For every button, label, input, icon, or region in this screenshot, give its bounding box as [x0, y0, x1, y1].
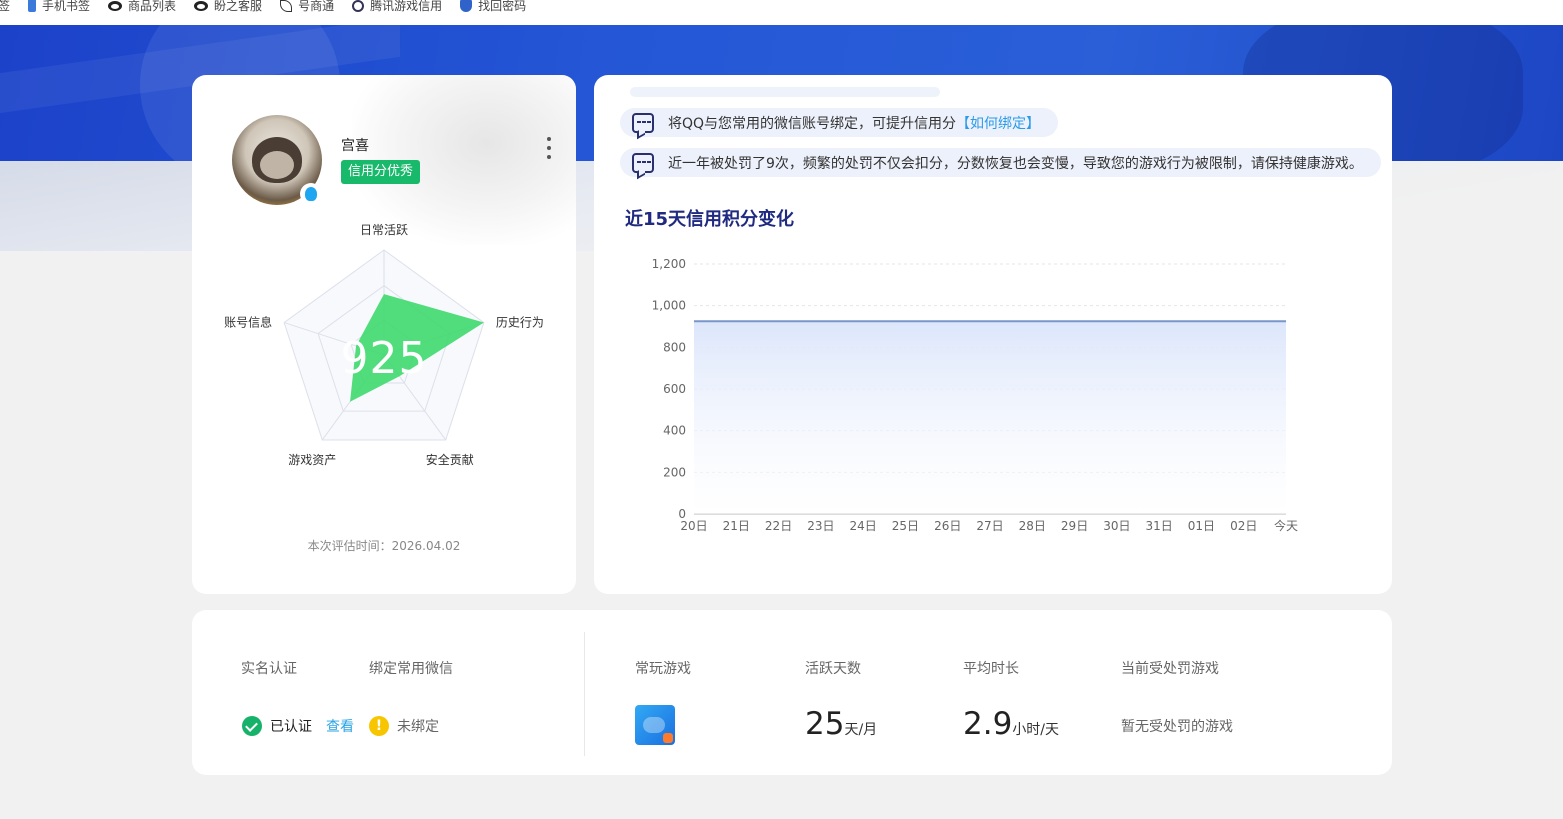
- credit-level-badge: 信用分优秀: [341, 160, 421, 184]
- divider: [584, 632, 585, 756]
- bookmark-label: 号商通: [298, 0, 335, 13]
- x-tick-label: 22日: [765, 519, 792, 533]
- y-tick-label: 800: [663, 340, 686, 354]
- bookmark-label: 商品列表: [128, 0, 177, 13]
- more-options-icon[interactable]: [542, 137, 556, 159]
- bookmark-label: 腾讯游戏信用: [370, 0, 443, 13]
- leaf-icon: [280, 0, 293, 12]
- stats-card: 实名认证 绑定常用微信 已认证 查看 ! 未绑定 常玩游戏 活跃天数 25 天/…: [192, 610, 1392, 775]
- panda-icon: [108, 0, 123, 11]
- radar-axis-label: 历史行为: [496, 316, 544, 330]
- wechat-status: ! 未绑定: [369, 716, 439, 736]
- y-tick-label: 1,200: [652, 257, 686, 271]
- bookmarks-bar: 签 手机书签 商品列表 盼之客服 号商通 腾讯游戏信用 找回密码: [0, 0, 1563, 25]
- active-days-value: 25: [805, 706, 845, 742]
- x-tick-label: 20日: [680, 519, 707, 533]
- punished-games-label: 当前受处罚游戏: [1121, 661, 1219, 677]
- panda-icon: [194, 0, 209, 11]
- bookmark-service[interactable]: 盼之客服: [194, 0, 262, 18]
- active-days-unit: 天/月: [844, 722, 878, 738]
- y-tick-label: 1,000: [652, 299, 686, 313]
- x-tick-label: 21日: [723, 519, 750, 533]
- punished-games-value: 暂无受处罚的游戏: [1121, 719, 1233, 735]
- bookmark-label: 手机书签: [42, 0, 91, 13]
- globe-icon: [352, 0, 365, 12]
- profile-card: 宫喜 信用分优秀 日常活跃历史行为安全贡献 游戏资产 账号信息 925 本次评估时间…: [192, 75, 576, 594]
- wechat-bind-label: 绑定常用微信: [369, 661, 453, 677]
- bookmark-tencent-credit[interactable]: 腾讯游戏信用: [352, 0, 442, 18]
- qq-icon: [300, 183, 322, 205]
- x-tick-label: 27日: [976, 519, 1003, 533]
- radar-axis-label: 日常活跃: [360, 223, 408, 237]
- bookmark-phone[interactable]: 手机书签: [28, 0, 90, 18]
- credit-line-chart: 02004006008001,0001,200 20日 21日 22日 23日 24日 2…: [652, 257, 1298, 533]
- game-icon[interactable]: [635, 705, 675, 745]
- shield-icon: [460, 0, 473, 12]
- avg-time: 2.9 小时/天: [963, 706, 1059, 742]
- bookmark-recover-password[interactable]: 找回密码: [460, 0, 526, 18]
- bookmark-label: 找回密码: [478, 0, 527, 13]
- y-tick-label: 400: [663, 424, 686, 438]
- radar-axis-label: 游戏资产: [288, 453, 336, 467]
- username: 宫喜: [341, 138, 369, 154]
- credit-chart-card: 将QQ与您常用的微信账号绑定，可提升信用分 【如何绑定】 近一年被处罚了9次，频…: [594, 75, 1392, 594]
- y-tick-label: 600: [663, 382, 686, 396]
- x-tick-label: 30日: [1103, 519, 1130, 533]
- active-days: 25 天/月: [805, 706, 877, 742]
- radar-axis-label: 账号信息: [224, 315, 272, 330]
- fav-games-label: 常玩游戏: [635, 661, 691, 677]
- credit-score: 925: [340, 333, 428, 384]
- chart-area-fill: [694, 321, 1286, 514]
- x-tick-label: 01日: [1188, 519, 1215, 533]
- x-tick-label: 26日: [934, 519, 961, 533]
- bookmark-haoshangtong[interactable]: 号商通: [280, 0, 334, 18]
- bookmark-products[interactable]: 商品列表: [108, 0, 176, 18]
- x-tick-label: 31日: [1146, 519, 1173, 533]
- avg-time-value: 2.9: [963, 706, 1013, 742]
- view-link[interactable]: 查看: [326, 716, 354, 736]
- x-tick-label: 25日: [892, 519, 919, 533]
- avg-time-unit: 小时/天: [1012, 722, 1060, 738]
- x-tick-label: 24日: [850, 519, 877, 533]
- wechat-status-text: 未绑定: [397, 719, 439, 735]
- x-tick-label: 02日: [1230, 519, 1257, 533]
- realname-label: 实名认证: [241, 661, 297, 677]
- bookmark-label: 签: [0, 0, 11, 13]
- x-tick-label: 29日: [1061, 519, 1088, 533]
- bookmark-partial[interactable]: 签: [0, 0, 10, 18]
- x-tick-label: 28日: [1019, 519, 1046, 533]
- realname-status-text: 已认证: [270, 719, 312, 735]
- check-icon: [242, 716, 262, 736]
- avg-time-label: 平均时长: [963, 661, 1019, 677]
- y-tick-label: 200: [663, 465, 686, 479]
- realname-status: 已认证 查看: [242, 716, 354, 736]
- x-tick-label: 今天: [1274, 518, 1298, 533]
- phone-icon: [28, 0, 37, 12]
- eval-time: 本次评估时间：2026.04.02: [307, 539, 461, 553]
- bookmark-label: 盼之客服: [214, 0, 263, 13]
- radar-axis-label: 安全贡献: [426, 452, 474, 467]
- x-tick-label: 23日: [807, 519, 834, 533]
- warning-icon: !: [369, 716, 389, 736]
- active-days-label: 活跃天数: [805, 661, 861, 677]
